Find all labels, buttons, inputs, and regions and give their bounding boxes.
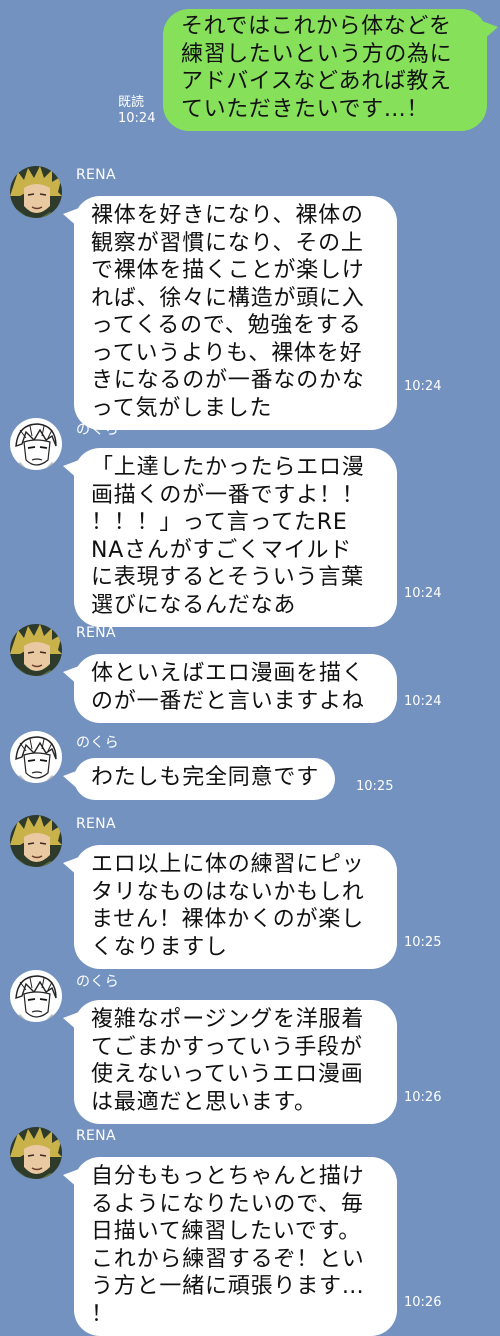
rena-avatar[interactable] <box>10 166 62 218</box>
sent-bubble[interactable]: それではこれから体などを 練習したいという方の為に アドバイスなどあれば教え て… <box>163 9 498 131</box>
sender-name: RENA <box>76 816 116 832</box>
nokura-avatar[interactable] <box>10 731 62 783</box>
sent-meta: 既読 10:24 <box>118 95 158 127</box>
timestamp: 10:24 <box>118 111 156 126</box>
rena-avatar[interactable] <box>10 624 62 676</box>
message-bubble[interactable]: エロ以上に体の練習にピッ タリなものはないかもしれ ません！裸体かくのが楽し く… <box>63 845 397 969</box>
timestamp: 10:26 <box>404 1090 442 1105</box>
message-bubble[interactable]: 裸体を好きになり、裸体の 観察が習慣になり、その上 で裸体を描くことが楽しけ れ… <box>63 196 397 430</box>
sender-name: RENA <box>76 625 116 641</box>
message-bubble[interactable]: 体といえばエロ漫画を描く のが一番だと言いますよね <box>63 654 397 723</box>
read-receipt: 既読 <box>118 95 145 110</box>
timestamp: 10:24 <box>404 586 442 601</box>
timestamp: 10:25 <box>404 935 442 950</box>
rena-avatar[interactable] <box>10 815 62 867</box>
message-bubble[interactable]: わたしも完全同意です <box>62 758 336 800</box>
sender-name: RENA <box>76 1128 116 1144</box>
timestamp: 10:24 <box>404 694 442 709</box>
sender-name: RENA <box>76 167 116 183</box>
nokura-avatar[interactable] <box>10 418 62 470</box>
nokura-avatar[interactable] <box>10 970 62 1022</box>
message-bubble[interactable]: 自分ももっとちゃんと描け るようになりたいので、毎 日描いて練習したいです。 こ… <box>63 1157 397 1336</box>
message-bubble[interactable]: 複雑なポージングを洋服着 てごまかすっていう手段が 使えないっていうエロ漫画 は… <box>63 1000 397 1124</box>
timestamp: 10:25 <box>356 779 394 794</box>
sender-name: のくら <box>76 974 119 990</box>
sender-name: のくら <box>76 422 119 438</box>
message-bubble[interactable]: 「上達したかったらエロ漫 画描くのが一番ですよ！！ ！！！」って言ってたRE N… <box>63 448 397 627</box>
timestamp: 10:26 <box>404 1295 442 1310</box>
timestamp: 10:24 <box>404 379 442 394</box>
chat-view[interactable]: それではこれから体などを 練習したいという方の為に アドバイスなどあれば教え て… <box>0 0 500 1336</box>
sender-name: のくら <box>76 735 119 751</box>
rena-avatar[interactable] <box>10 1127 62 1179</box>
